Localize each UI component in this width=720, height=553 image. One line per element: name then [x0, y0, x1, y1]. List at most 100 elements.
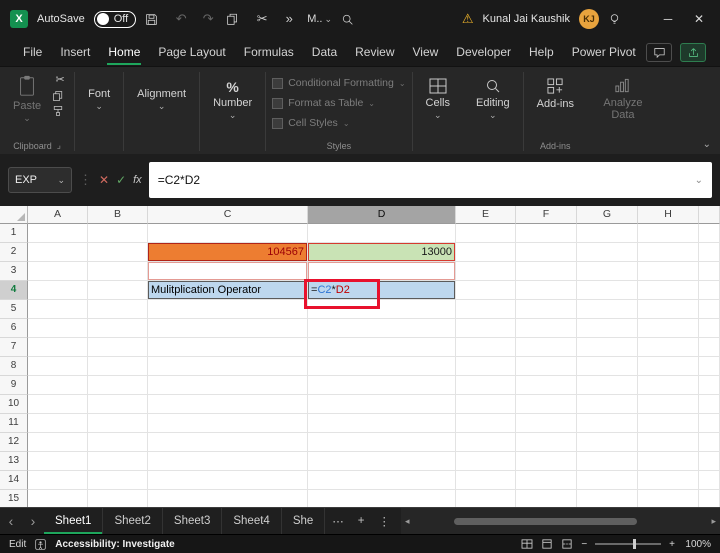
dialog-launcher-icon[interactable]: ⌟: [57, 140, 61, 151]
cell-G10[interactable]: [577, 395, 638, 414]
row-header-1[interactable]: 1: [0, 224, 28, 243]
cell-F2[interactable]: [516, 243, 577, 262]
cell-H1[interactable]: [638, 224, 699, 243]
cell-C13[interactable]: [148, 452, 308, 471]
cell-A4[interactable]: [28, 281, 88, 300]
sheet-tab-sheet3[interactable]: Sheet3: [163, 508, 222, 534]
sheet-nav-left-icon[interactable]: ‹: [0, 508, 22, 534]
cell-B9[interactable]: [88, 376, 148, 395]
cell-D11[interactable]: [308, 414, 456, 433]
cell-A12[interactable]: [28, 433, 88, 452]
cell-B1[interactable]: [88, 224, 148, 243]
cell-A8[interactable]: [28, 357, 88, 376]
cells-button[interactable]: Cells ⌄: [419, 72, 457, 121]
cell-G9[interactable]: [577, 376, 638, 395]
row-header-3[interactable]: 3: [0, 262, 28, 281]
cell-B15[interactable]: [88, 490, 148, 507]
cell-A1[interactable]: [28, 224, 88, 243]
cell-G4[interactable]: [577, 281, 638, 300]
formula-bar-splitter[interactable]: ⋮: [79, 172, 92, 188]
cell-G7[interactable]: [577, 338, 638, 357]
cell-G2[interactable]: [577, 243, 638, 262]
tab-formulas[interactable]: Formulas: [235, 39, 303, 65]
enter-icon[interactable]: ✓: [116, 173, 126, 187]
cell-C6[interactable]: [148, 319, 308, 338]
cell-C7[interactable]: [148, 338, 308, 357]
cell-B10[interactable]: [88, 395, 148, 414]
row-header-5[interactable]: 5: [0, 300, 28, 319]
cell-H14[interactable]: [638, 471, 699, 490]
cell-H7[interactable]: [638, 338, 699, 357]
analyze-data-button[interactable]: Analyze Data: [593, 72, 653, 124]
cell-G5[interactable]: [577, 300, 638, 319]
row-header-10[interactable]: 10: [0, 395, 28, 414]
cell-A7[interactable]: [28, 338, 88, 357]
cell-G12[interactable]: [577, 433, 638, 452]
collapse-ribbon-icon[interactable]: ⌄: [703, 139, 711, 150]
row-header-11[interactable]: 11: [0, 414, 28, 433]
lightbulb-icon[interactable]: [608, 13, 626, 26]
zoom-level[interactable]: 100%: [683, 539, 711, 550]
accessibility-icon[interactable]: [35, 539, 46, 550]
tab-developer[interactable]: Developer: [447, 39, 520, 65]
tab-review[interactable]: Review: [346, 39, 403, 65]
zoom-slider-knob[interactable]: [633, 539, 636, 549]
close-button[interactable]: ✕: [688, 12, 710, 26]
tab-insert[interactable]: Insert: [51, 39, 99, 65]
new-sheet-button[interactable]: +: [351, 508, 372, 534]
cell-F6[interactable]: [516, 319, 577, 338]
copy-icon[interactable]: [226, 13, 244, 26]
cell-styles-button[interactable]: Cell Styles ⌄: [272, 114, 405, 132]
cancel-icon[interactable]: ✕: [99, 173, 109, 187]
cell-A2[interactable]: [28, 243, 88, 262]
formula-input[interactable]: =C2*D2 ⌄: [149, 162, 712, 198]
cell-F4[interactable]: [516, 281, 577, 300]
name-box[interactable]: EXP ⌄: [8, 167, 72, 193]
row-header-14[interactable]: 14: [0, 471, 28, 490]
cell-D13[interactable]: [308, 452, 456, 471]
col-header-F[interactable]: F: [516, 206, 577, 224]
cell-E7[interactable]: [456, 338, 516, 357]
more-sheets-button[interactable]: ⋯: [325, 508, 351, 534]
sheet-nav-right-icon[interactable]: ›: [22, 508, 44, 534]
cell-G14[interactable]: [577, 471, 638, 490]
cell-G11[interactable]: [577, 414, 638, 433]
cell-C10[interactable]: [148, 395, 308, 414]
cell-C2[interactable]: 104567: [148, 243, 308, 262]
col-header-H[interactable]: H: [638, 206, 699, 224]
cell-E11[interactable]: [456, 414, 516, 433]
cell-D10[interactable]: [308, 395, 456, 414]
cell-C5[interactable]: [148, 300, 308, 319]
col-header-G[interactable]: G: [577, 206, 638, 224]
cell-E12[interactable]: [456, 433, 516, 452]
cell-H11[interactable]: [638, 414, 699, 433]
cell-C11[interactable]: [148, 414, 308, 433]
row-header-6[interactable]: 6: [0, 319, 28, 338]
cell-F8[interactable]: [516, 357, 577, 376]
copy-icon[interactable]: [52, 90, 68, 102]
sheet-tab-sheet2[interactable]: Sheet2: [103, 508, 162, 534]
cell-F11[interactable]: [516, 414, 577, 433]
col-header-D[interactable]: D: [308, 206, 456, 224]
accessibility-status[interactable]: Accessibility: Investigate: [55, 539, 175, 550]
cell-E1[interactable]: [456, 224, 516, 243]
cell-H10[interactable]: [638, 395, 699, 414]
quick-access-menu[interactable]: M..⌄: [307, 13, 332, 25]
tab-file[interactable]: File: [14, 39, 51, 65]
cell-B3[interactable]: [88, 262, 148, 281]
cell-A14[interactable]: [28, 471, 88, 490]
sheet-tab-she[interactable]: She: [282, 508, 325, 534]
excel-logo-icon[interactable]: X: [10, 10, 28, 28]
cell-F7[interactable]: [516, 338, 577, 357]
cell-B5[interactable]: [88, 300, 148, 319]
cell-B2[interactable]: [88, 243, 148, 262]
cell-E14[interactable]: [456, 471, 516, 490]
cell-A15[interactable]: [28, 490, 88, 507]
row-header-9[interactable]: 9: [0, 376, 28, 395]
cell-G3[interactable]: [577, 262, 638, 281]
cell-C1[interactable]: [148, 224, 308, 243]
cell-H4[interactable]: [638, 281, 699, 300]
warning-icon[interactable]: ⚠: [462, 11, 474, 27]
cell-D7[interactable]: [308, 338, 456, 357]
cell-G13[interactable]: [577, 452, 638, 471]
